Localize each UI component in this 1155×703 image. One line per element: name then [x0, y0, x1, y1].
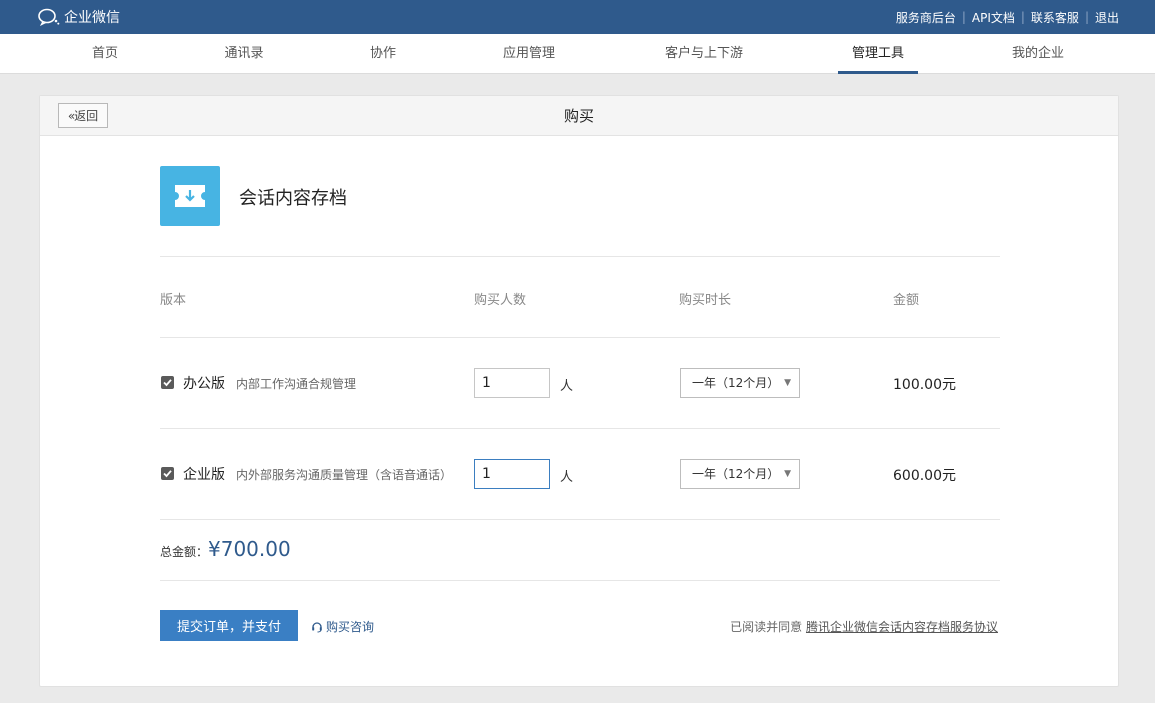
main-nav: 首页 通讯录 协作 应用管理 客户与上下游 管理工具 我的企业: [0, 34, 1155, 74]
agreement-link[interactable]: 腾讯企业微信会话内容存档服务协议: [806, 620, 998, 634]
divider: [160, 256, 1000, 257]
logo-text: 企业微信: [64, 10, 120, 26]
edition-office-name: 办公版: [183, 376, 225, 392]
back-button-label: 返回: [74, 109, 99, 123]
double-chevron-left-icon: «: [67, 108, 75, 123]
top-link-divider: |: [1084, 10, 1089, 24]
back-button[interactable]: « 返回: [58, 103, 108, 128]
submit-order-button[interactable]: 提交订单，并支付: [160, 610, 298, 641]
nav-item-my-company[interactable]: 我的企业: [1012, 34, 1064, 74]
column-header-edition: 版本: [160, 293, 187, 308]
column-header-users: 购买人数: [474, 293, 527, 308]
nav-item-app-management[interactable]: 应用管理: [503, 34, 555, 74]
column-header-duration: 购买时长: [679, 293, 732, 308]
check-icon: [163, 470, 172, 478]
top-link-service-provider[interactable]: 服务商后台: [896, 9, 956, 26]
divider: [160, 337, 1000, 338]
product-icon: [160, 166, 220, 226]
edition-office-checkbox[interactable]: [161, 376, 174, 389]
agreement-prefix: 已阅读并同意: [730, 620, 803, 634]
logo[interactable]: 企业微信: [38, 7, 120, 27]
purchase-consult-link[interactable]: 购买咨询: [311, 618, 374, 635]
top-links: 服务商后台 | API文档 | 联系客服 | 退出: [896, 0, 1119, 34]
column-header-amount: 金额: [893, 293, 920, 308]
archive-download-icon: [175, 185, 205, 207]
edition-enterprise-duration-select[interactable]: 一年（12个月） ▼: [680, 459, 800, 489]
nav-item-collaboration[interactable]: 协作: [370, 34, 396, 74]
edition-enterprise-qty-input[interactable]: [474, 459, 550, 489]
edition-office-duration-select[interactable]: 一年（12个月） ▼: [680, 368, 800, 398]
edition-enterprise-checkbox[interactable]: [161, 467, 174, 480]
caret-down-icon: ▼: [784, 378, 791, 388]
edition-enterprise-name: 企业版: [183, 467, 225, 483]
card-header: 购买 « 返回: [40, 96, 1118, 136]
check-icon: [163, 379, 172, 387]
purchase-consult-label: 购买咨询: [326, 620, 375, 634]
top-link-support[interactable]: 联系客服: [1031, 9, 1079, 26]
edition-office-amount: 100.00元: [893, 377, 956, 393]
top-link-logout[interactable]: 退出: [1095, 9, 1119, 26]
total-label: 总金额：: [160, 545, 209, 559]
edition-enterprise-amount: 600.00元: [893, 468, 956, 484]
nav-item-contacts[interactable]: 通讯录: [224, 34, 263, 74]
agreement-notice: 已阅读并同意 腾讯企业微信会话内容存档服务协议: [730, 618, 998, 635]
caret-down-icon: ▼: [784, 469, 791, 479]
divider: [160, 519, 1000, 520]
edition-office-qty-input[interactable]: [474, 368, 550, 398]
top-link-divider: |: [1020, 10, 1025, 24]
top-bar: 企业微信 服务商后台 | API文档 | 联系客服 | 退出: [0, 0, 1155, 34]
page-title: 购买: [563, 107, 594, 125]
top-link-divider: |: [961, 10, 966, 24]
edition-office-unit: 人: [560, 379, 574, 394]
top-link-api-docs[interactable]: API文档: [972, 9, 1015, 26]
purchase-card: 购买 « 返回 会话内容存档 版本 购买人数 购买时长 金额 办公版 内部工作沟…: [39, 95, 1119, 687]
product-name: 会话内容存档: [239, 188, 347, 209]
nav-item-home[interactable]: 首页: [92, 34, 118, 74]
wecom-logo-icon: [38, 8, 60, 26]
edition-enterprise-duration-value: 一年（12个月）: [692, 467, 780, 481]
edition-office-desc: 内部工作沟通合规管理: [236, 377, 357, 391]
total-amount: ¥700.00: [208, 537, 291, 561]
nav-item-management-tools[interactable]: 管理工具: [837, 34, 919, 74]
divider: [160, 580, 1000, 581]
divider: [160, 428, 1000, 429]
edition-enterprise-unit: 人: [560, 470, 574, 485]
edition-enterprise-desc: 内外部服务沟通质量管理（含语音通话）: [236, 468, 453, 482]
edition-office-duration-value: 一年（12个月）: [692, 376, 780, 390]
nav-item-customers[interactable]: 客户与上下游: [665, 34, 743, 74]
headset-icon: [312, 621, 322, 632]
